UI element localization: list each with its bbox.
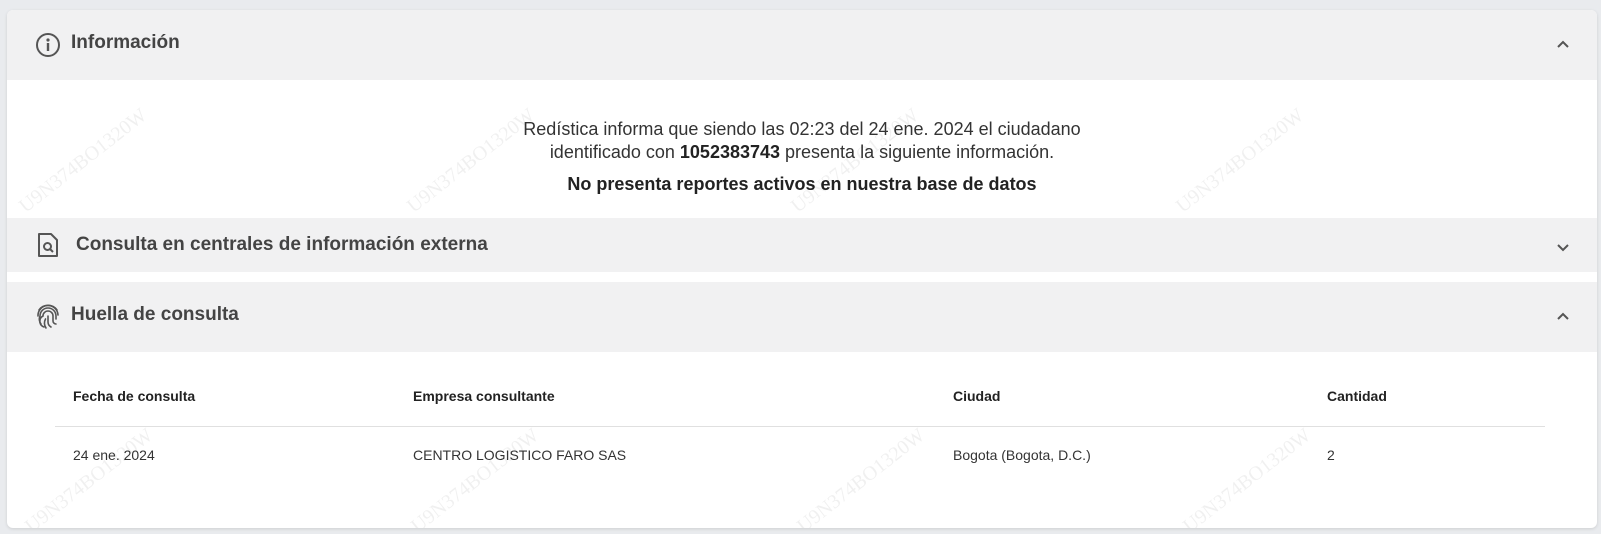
info-panel-header[interactable]: Información	[7, 10, 1597, 80]
watermark-text: U9N374BO1320W	[21, 424, 158, 528]
cell-empresa: CENTRO LOGISTICO FARO SAS	[413, 447, 627, 463]
info-panel-title: Información	[71, 32, 180, 53]
cell-cantidad: 2	[1327, 447, 1335, 463]
header-divider	[55, 426, 1545, 427]
consulta-panel-header[interactable]: Consulta en centrales de información ext…	[7, 218, 1597, 272]
info-circle-icon	[35, 32, 61, 58]
report-status-message: No presenta reportes activos en nuestra …	[567, 174, 1037, 194]
watermark-text: U9N374BO1320W	[1179, 424, 1316, 528]
huella-panel-title: Huella de consulta	[71, 304, 239, 325]
report-card: Información Redística informa que siendo…	[7, 10, 1597, 528]
chevron-down-icon[interactable]	[1555, 240, 1571, 256]
column-header-empresa: Empresa consultante	[413, 388, 555, 404]
cell-ciudad: Bogota (Bogota, D.C.)	[953, 447, 1091, 463]
column-header-cantidad: Cantidad	[1327, 388, 1387, 404]
document-search-icon	[37, 232, 59, 258]
watermark-text: U9N374BO1320W	[407, 424, 544, 528]
watermark-text: U9N374BO1320W	[793, 424, 930, 528]
cell-fecha: 24 ene. 2024	[73, 447, 155, 463]
fingerprint-icon	[35, 302, 61, 330]
info-message-line1: Redística informa que siendo las 02:23 d…	[523, 119, 1081, 139]
section-divider	[7, 272, 1597, 282]
huella-panel-header[interactable]: Huella de consulta	[7, 282, 1597, 352]
info-message-line2: identificado con 1052383743 presenta la …	[7, 141, 1597, 163]
consulta-panel-title: Consulta en centrales de información ext…	[76, 234, 488, 255]
column-header-fecha: Fecha de consulta	[73, 388, 196, 404]
info-line2-suffix: presenta la siguiente información.	[780, 142, 1055, 162]
info-panel-body: Redística informa que siendo las 02:23 d…	[7, 80, 1597, 218]
chevron-up-icon[interactable]	[1555, 36, 1571, 52]
info-line2-prefix: identificado con	[549, 142, 680, 162]
column-header-ciudad: Ciudad	[953, 388, 1001, 404]
chevron-up-icon[interactable]	[1555, 308, 1571, 324]
citizen-id-number: 1052383743	[679, 142, 781, 162]
